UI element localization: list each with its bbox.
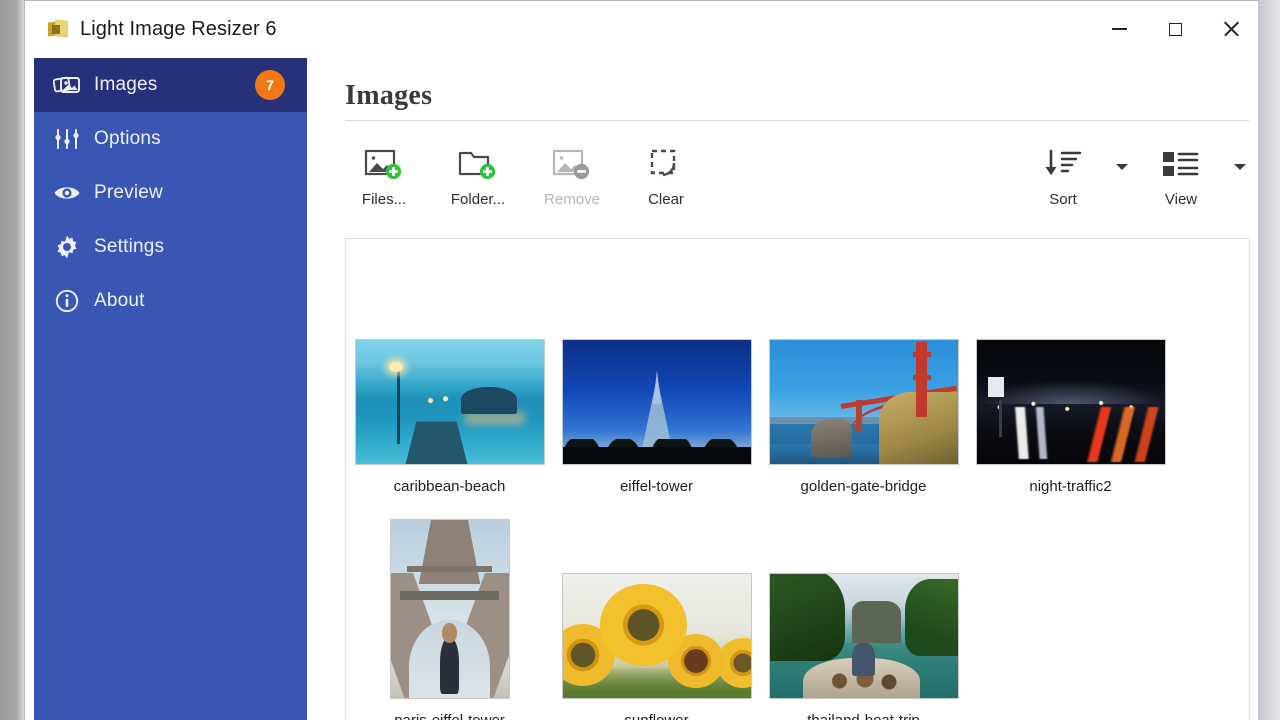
sidebar-item-images[interactable]: Images 7	[34, 58, 307, 112]
close-icon	[1223, 21, 1239, 37]
desktop-backdrop: Light Image Resizer 6 Images 7 Options P…	[0, 0, 1280, 720]
gallery-item[interactable]: eiffel-tower	[553, 253, 760, 495]
gear-icon	[50, 232, 84, 262]
gallery-item-caption: paris-eiffel-tower	[394, 712, 505, 720]
sidebar: Images 7 Options Preview Settings About	[34, 58, 307, 720]
app-window: Light Image Resizer 6 Images 7 Options P…	[24, 0, 1260, 720]
toolbar-right-group: Sort View	[1016, 134, 1252, 222]
sidebar-item-label: Options	[94, 128, 161, 149]
thumbnail-sunflower	[561, 573, 752, 699]
gallery-item[interactable]: caribbean-beach	[346, 253, 553, 495]
page-title: Images	[345, 80, 433, 111]
toolbar-button-label: Sort	[1049, 191, 1077, 208]
sidebar-item-about[interactable]: About	[34, 274, 307, 328]
toolbar-button-label: Clear	[648, 191, 684, 208]
sidebar-item-label: About	[94, 290, 145, 311]
toolbar-button-label: Files...	[361, 191, 407, 208]
thumbnail-wrap	[975, 293, 1166, 465]
thumbnail-wrap	[354, 293, 545, 465]
gallery-item-caption: eiffel-tower	[619, 478, 694, 495]
sort-dropdown-toggle[interactable]	[1110, 134, 1134, 222]
clear-icon	[646, 142, 686, 188]
view-button[interactable]: View	[1134, 134, 1228, 222]
thumbnail-golden-gate-bridge	[768, 339, 959, 465]
thumbnail-wrap	[389, 503, 510, 699]
thumbnail-wrap	[561, 293, 752, 465]
title-bar: Light Image Resizer 6	[25, 1, 1258, 57]
view-control: View	[1134, 134, 1252, 222]
close-button[interactable]	[1203, 1, 1258, 57]
sidebar-item-options[interactable]: Options	[34, 112, 307, 166]
gallery-item[interactable]: night-traffic2	[967, 253, 1174, 495]
gallery-item-caption: caribbean-beach	[393, 478, 506, 495]
chevron-down-icon	[1116, 164, 1128, 170]
list-view-icon	[1161, 142, 1201, 188]
eye-icon	[50, 178, 84, 208]
images-icon	[50, 70, 84, 100]
title-divider	[345, 120, 1250, 121]
sidebar-item-label: Settings	[94, 236, 165, 257]
view-dropdown-toggle[interactable]	[1228, 134, 1252, 222]
toolbar-button-label: Folder...	[450, 191, 506, 208]
maximize-button[interactable]	[1147, 1, 1203, 57]
gallery-item[interactable]: paris-eiffel-tower	[346, 495, 553, 720]
thumbnail-paris-eiffel-tower	[389, 519, 510, 699]
toolbar: Files... Folder... Remove Clear Sort Vie…	[337, 134, 1252, 226]
sidebar-item-label: Preview	[94, 182, 163, 203]
gallery-item-caption: thailand-boat-trip	[807, 712, 920, 720]
clear-button[interactable]: Clear	[619, 134, 713, 222]
image-gallery-panel[interactable]: caribbean-beach eiffel-tower golden-gate…	[345, 238, 1250, 720]
app-logo-icon	[48, 19, 68, 39]
image-grid: caribbean-beach eiffel-tower golden-gate…	[346, 253, 1249, 720]
thumbnail-wrap	[768, 293, 959, 465]
sidebar-item-label: Images	[94, 74, 158, 95]
window-title: Light Image Resizer 6	[80, 17, 277, 40]
thumbnail-wrap	[561, 503, 752, 699]
sort-descending-icon	[1042, 142, 1084, 188]
add-image-icon	[364, 142, 404, 188]
gallery-item[interactable]: sunflower	[553, 495, 760, 720]
remove-button[interactable]: Remove	[525, 134, 619, 222]
thumbnail-caribbean-beach	[354, 339, 545, 465]
sort-control: Sort	[1016, 134, 1134, 222]
thumbnail-eiffel-tower	[561, 339, 752, 465]
thumbnail-thailand-boat-trip	[768, 573, 959, 699]
window-controls	[1091, 1, 1258, 57]
minimize-icon	[1111, 28, 1127, 30]
sliders-icon	[50, 124, 84, 154]
chevron-down-icon	[1234, 164, 1246, 170]
toolbar-button-label: View	[1164, 191, 1198, 208]
add-folder-button[interactable]: Folder...	[431, 134, 525, 222]
sidebar-item-settings[interactable]: Settings	[34, 220, 307, 274]
thumbnail-night-traffic2	[975, 339, 1166, 465]
gallery-item-caption: sunflower	[624, 712, 688, 720]
add-files-button[interactable]: Files...	[337, 134, 431, 222]
toolbar-button-label: Remove	[544, 191, 600, 208]
main-content: Images Files... Folder... Remove Clear S…	[307, 58, 1258, 720]
remove-image-icon	[552, 142, 592, 188]
images-count-badge: 7	[255, 70, 285, 100]
gallery-item[interactable]: golden-gate-bridge	[760, 253, 967, 495]
window-right-bevel	[1258, 0, 1280, 720]
minimize-button[interactable]	[1091, 1, 1147, 57]
gallery-item-caption: night-traffic2	[1029, 478, 1112, 495]
gallery-item-caption: golden-gate-bridge	[800, 478, 927, 495]
sort-button[interactable]: Sort	[1016, 134, 1110, 222]
sidebar-item-preview[interactable]: Preview	[34, 166, 307, 220]
maximize-icon	[1168, 22, 1182, 36]
thumbnail-wrap	[768, 503, 959, 699]
add-folder-icon	[458, 142, 498, 188]
info-icon	[50, 286, 84, 316]
gallery-item[interactable]: thailand-boat-trip	[760, 495, 967, 720]
